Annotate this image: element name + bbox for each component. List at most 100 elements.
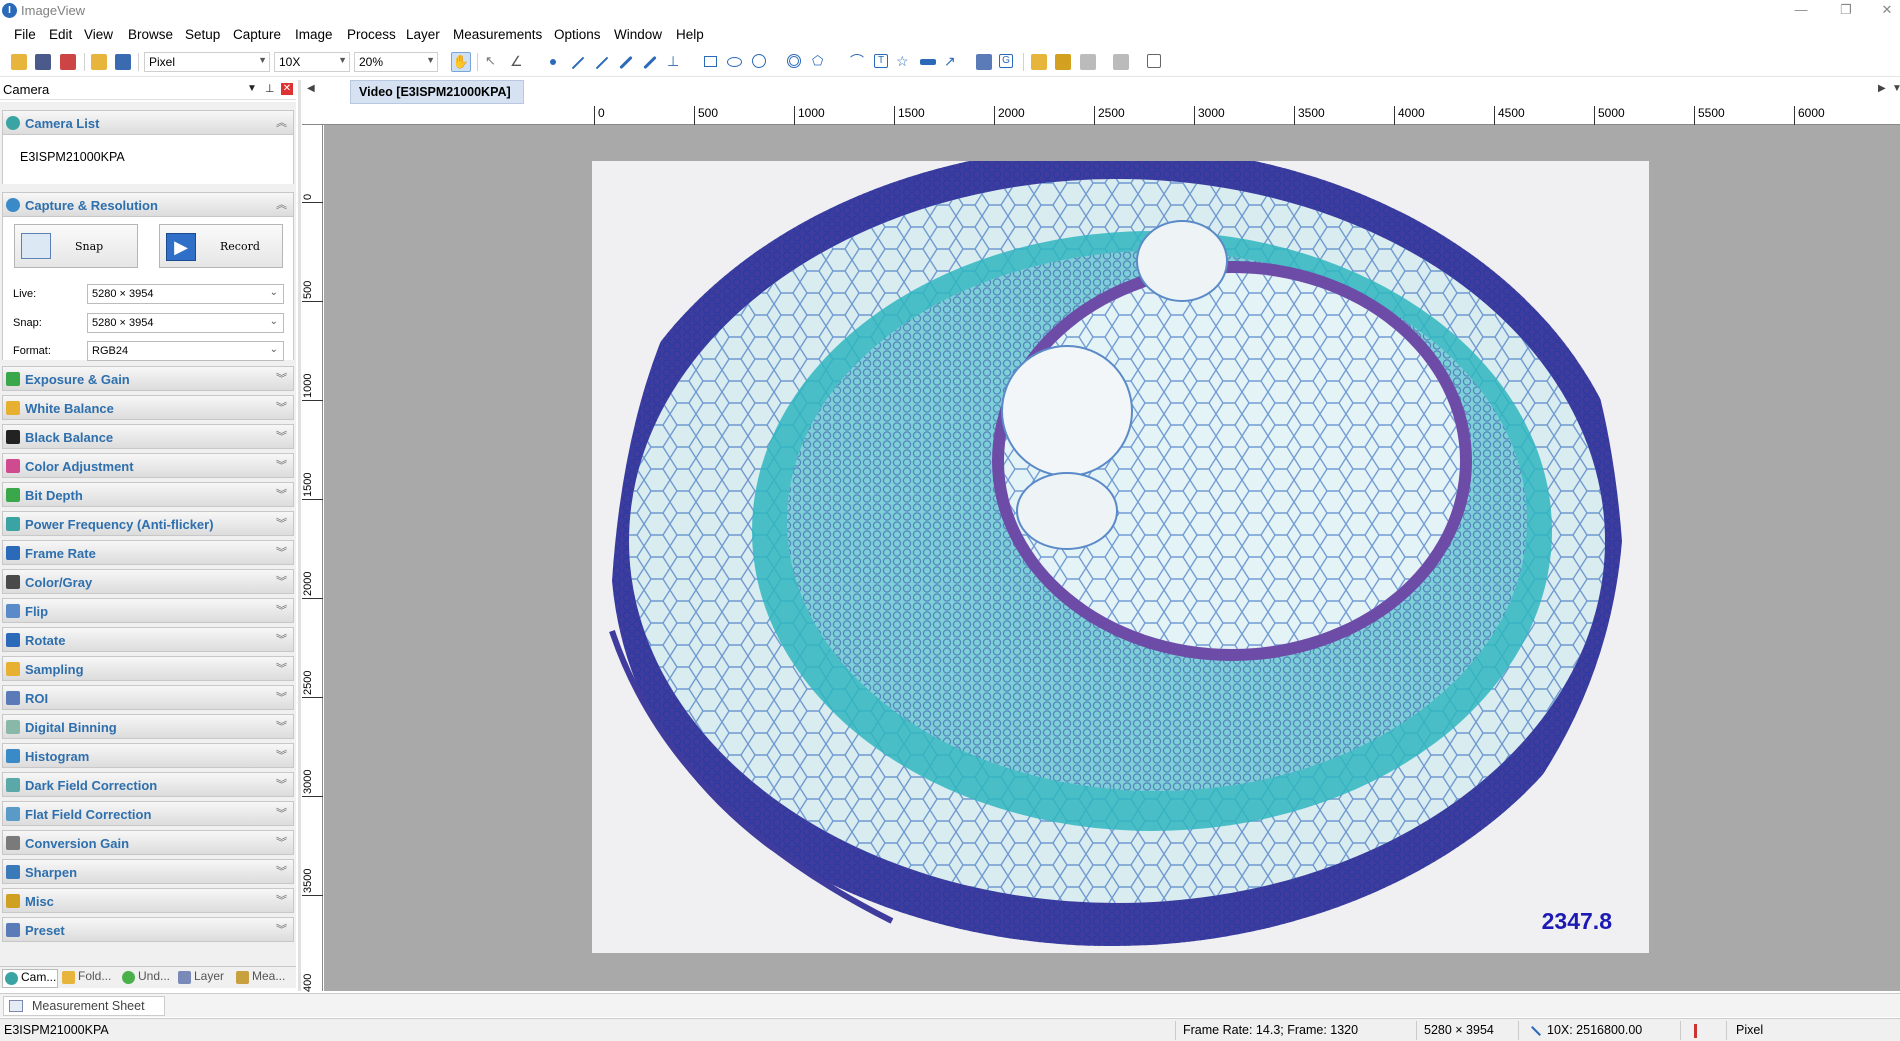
expand-icon[interactable]: ︾ bbox=[276, 776, 287, 792]
menu-edit[interactable]: Edit bbox=[49, 27, 72, 42]
expand-icon[interactable]: ︾ bbox=[276, 718, 287, 734]
expand-icon[interactable]: ︾ bbox=[276, 602, 287, 618]
record-button[interactable]: ▶ Record bbox=[159, 224, 283, 268]
point-tool-icon[interactable] bbox=[550, 59, 556, 65]
hand-pan-icon[interactable]: ✋ bbox=[451, 52, 471, 72]
expand-icon[interactable]: ︾ bbox=[276, 747, 287, 763]
rectangle-tool-icon[interactable] bbox=[704, 56, 717, 67]
ellipse-tool-icon[interactable] bbox=[727, 57, 742, 67]
angle-tool-icon[interactable]: ∠ bbox=[510, 54, 526, 70]
section-roi[interactable]: ROI ︾ bbox=[2, 685, 294, 710]
arrow-line-tool-icon[interactable] bbox=[595, 56, 609, 70]
save-all-icon[interactable] bbox=[60, 54, 76, 70]
open-icon[interactable] bbox=[11, 54, 27, 70]
section-dark-field[interactable]: Dark Field Correction ︾ bbox=[2, 772, 294, 797]
tab-video[interactable]: Video [E3ISPM21000KPA] bbox=[350, 80, 524, 104]
panel-splitter[interactable] bbox=[298, 80, 301, 991]
restore-button[interactable]: ❐ bbox=[1831, 0, 1861, 22]
section-sampling[interactable]: Sampling ︾ bbox=[2, 656, 294, 681]
section-histogram[interactable]: Histogram ︾ bbox=[2, 743, 294, 768]
collapse-icon[interactable]: ︽ bbox=[276, 196, 287, 212]
zoom-select[interactable]: 20% ▼ bbox=[354, 52, 438, 72]
menu-measurements[interactable]: Measurements bbox=[453, 27, 542, 42]
chart-tool-icon[interactable] bbox=[976, 54, 992, 70]
expand-icon[interactable]: ︾ bbox=[276, 689, 287, 705]
section-rotate[interactable]: Rotate ︾ bbox=[2, 627, 294, 652]
expand-icon[interactable]: ︾ bbox=[276, 660, 287, 676]
section-flat-field[interactable]: Flat Field Correction ︾ bbox=[2, 801, 294, 826]
snap-resolution-select[interactable]: 5280 × 3954 ⌄ bbox=[87, 313, 284, 333]
menu-file[interactable]: File bbox=[14, 27, 36, 42]
expand-icon[interactable]: ︾ bbox=[276, 892, 287, 908]
expand-icon[interactable]: ︾ bbox=[276, 370, 287, 386]
section-black-balance[interactable]: Black Balance ︾ bbox=[2, 424, 294, 449]
expand-icon[interactable]: ︾ bbox=[276, 834, 287, 850]
section-preset[interactable]: Preset ︾ bbox=[2, 917, 294, 942]
menu-view[interactable]: View bbox=[84, 27, 113, 42]
menu-capture[interactable]: Capture bbox=[233, 27, 281, 42]
section-bit-depth[interactable]: Bit Depth ︾ bbox=[2, 482, 294, 507]
section-camera-list[interactable]: Camera List ︽ bbox=[2, 110, 294, 135]
menu-options[interactable]: Options bbox=[554, 27, 601, 42]
expand-icon[interactable]: ︾ bbox=[276, 573, 287, 589]
expand-icon[interactable]: ︾ bbox=[276, 544, 287, 560]
expand-icon[interactable]: ︾ bbox=[276, 805, 287, 821]
circle-tool-icon[interactable] bbox=[752, 54, 766, 68]
layer-tool-icon[interactable] bbox=[1031, 54, 1047, 70]
section-misc[interactable]: Misc ︾ bbox=[2, 888, 294, 913]
menu-layer[interactable]: Layer bbox=[406, 27, 440, 42]
panel-close-icon[interactable]: ✕ bbox=[281, 83, 293, 95]
expand-icon[interactable]: ︾ bbox=[276, 486, 287, 502]
menu-help[interactable]: Help bbox=[676, 27, 704, 42]
line-tool-icon[interactable] bbox=[571, 56, 585, 70]
expand-icon[interactable]: ︾ bbox=[276, 921, 287, 937]
tab-folder[interactable]: Fold... bbox=[60, 969, 111, 988]
section-flip[interactable]: Flip ︾ bbox=[2, 598, 294, 623]
parallel-tool-icon[interactable] bbox=[619, 55, 633, 70]
window-options-icon[interactable] bbox=[1147, 54, 1161, 68]
expand-icon[interactable]: ︾ bbox=[276, 428, 287, 444]
snap-button[interactable]: Snap bbox=[14, 224, 138, 268]
section-color-adjustment[interactable]: Color Adjustment ︾ bbox=[2, 453, 294, 478]
section-conversion-gain[interactable]: Conversion Gain ︾ bbox=[2, 830, 294, 855]
pin-icon[interactable]: ⊥ bbox=[265, 82, 275, 95]
close-button[interactable]: ✕ bbox=[1872, 0, 1900, 22]
magnification-select[interactable]: 10X ▼ bbox=[274, 52, 350, 72]
panel-menu-icon[interactable]: ▼ bbox=[247, 83, 257, 94]
scroll-left-icon[interactable]: ◀ bbox=[307, 83, 315, 94]
camera-device-item[interactable]: E3ISPM21000KPA bbox=[20, 150, 125, 164]
polygon-tool-icon[interactable]: ⬠ bbox=[812, 54, 828, 70]
section-power-frequency[interactable]: Power Frequency (Anti-flicker) ︾ bbox=[2, 511, 294, 536]
section-white-balance[interactable]: White Balance ︾ bbox=[2, 395, 294, 420]
scale-bar-tool-icon[interactable] bbox=[920, 59, 936, 65]
collapse-icon[interactable]: ︽ bbox=[276, 114, 287, 130]
menu-process[interactable]: Process bbox=[347, 27, 396, 42]
expand-icon[interactable]: ︾ bbox=[276, 631, 287, 647]
select-arrow-icon[interactable]: ↖ bbox=[485, 54, 497, 70]
align-tool-icon[interactable] bbox=[1055, 54, 1071, 70]
section-sharpen[interactable]: Sharpen ︾ bbox=[2, 859, 294, 884]
image-canvas[interactable]: 2347.8 bbox=[324, 125, 1900, 991]
arrow-tool-icon[interactable]: ↗ bbox=[944, 54, 960, 70]
tab-list-icon[interactable]: ▼ bbox=[1892, 83, 1900, 94]
star-tool-icon[interactable]: ☆ bbox=[896, 54, 912, 70]
menu-setup[interactable]: Setup bbox=[185, 27, 220, 42]
tab-measurement[interactable]: Mea... bbox=[234, 969, 285, 988]
expand-icon[interactable]: ︾ bbox=[276, 863, 287, 879]
section-digital-binning[interactable]: Digital Binning ︾ bbox=[2, 714, 294, 739]
text-tool-icon[interactable]: T bbox=[874, 54, 888, 68]
multi-line-tool-icon[interactable] bbox=[643, 55, 657, 70]
expand-icon[interactable]: ︾ bbox=[276, 515, 287, 531]
measurement-sheet-tab[interactable]: Measurement Sheet bbox=[3, 996, 165, 1016]
minimize-button[interactable]: — bbox=[1786, 0, 1816, 22]
expand-icon[interactable]: ︾ bbox=[276, 399, 287, 415]
format-select[interactable]: RGB24 ⌄ bbox=[87, 341, 284, 361]
section-color-gray[interactable]: Color/Gray ︾ bbox=[2, 569, 294, 594]
section-frame-rate[interactable]: Frame Rate ︾ bbox=[2, 540, 294, 565]
grid-tool-icon[interactable]: G bbox=[999, 54, 1013, 68]
save-icon[interactable] bbox=[35, 54, 51, 70]
tab-layer[interactable]: Layer bbox=[176, 969, 224, 988]
unit-select[interactable]: Pixel ▼ bbox=[144, 52, 270, 72]
perpendicular-tool-icon[interactable]: ⊥ bbox=[667, 54, 683, 70]
tab-undo[interactable]: Und... bbox=[120, 969, 170, 988]
